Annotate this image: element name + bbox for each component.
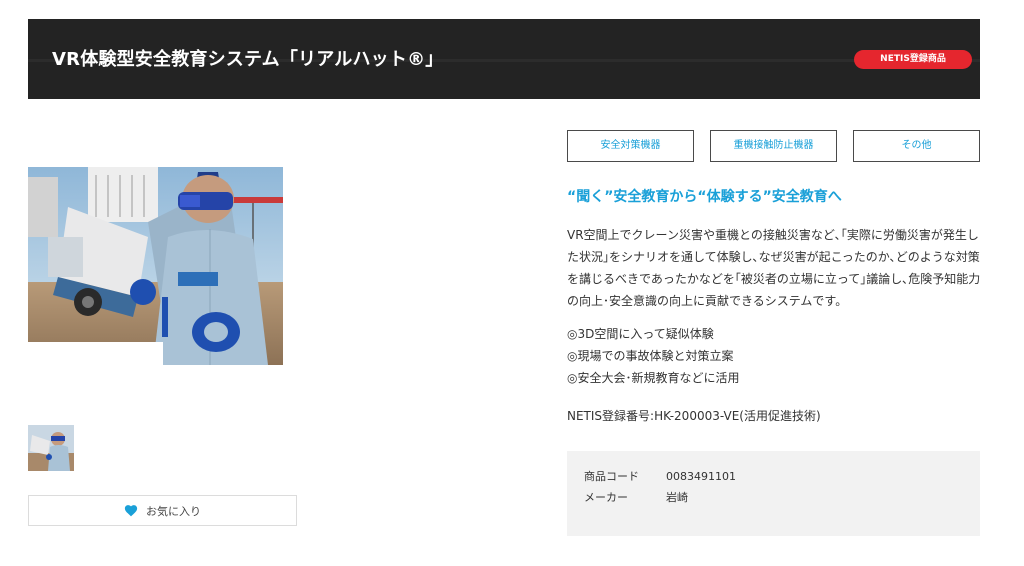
feature-item: ◎現場での事故体験と対策立案	[567, 349, 734, 363]
feature-list: ◎3D空間に入って疑似体験 ◎現場での事故体験と対策立案 ◎安全大会･新規教育な…	[567, 323, 983, 389]
spec-row-maker: メーカー 岩崎	[584, 489, 688, 505]
vr-training-photo	[28, 167, 298, 365]
spec-value: 岩崎	[666, 491, 688, 504]
page-header: VR体験型安全教育システム「リアルハット®」 NETIS登録商品	[28, 19, 980, 99]
tag-heavy-machinery-contact-prevention[interactable]: 重機接触防止機器	[710, 130, 837, 162]
spec-value: 0083491101	[666, 470, 736, 483]
product-headline: “聞く”安全教育から“体験する”安全教育へ	[567, 189, 842, 205]
spec-label: メーカー	[584, 491, 628, 504]
heart-icon	[124, 505, 138, 517]
spec-box: 商品コード 0083491101 メーカー 岩崎	[567, 451, 980, 536]
netis-registration-number: NETIS登録番号:HK-200003-VE(活用促進技術)	[567, 409, 821, 423]
product-description: VR空間上でクレーン災害や重機との接触災害など､｢実際に労働災害が発生した状況｣…	[567, 228, 981, 308]
tag-safety-equipment[interactable]: 安全対策機器	[567, 130, 694, 162]
netis-badge: NETIS登録商品	[854, 50, 972, 69]
spec-label: 商品コード	[584, 470, 639, 483]
favorite-label: お気に入り	[146, 504, 201, 518]
page-title: VR体験型安全教育システム「リアルハット®」	[52, 49, 444, 70]
feature-item: ◎3D空間に入って疑似体験	[567, 327, 714, 341]
thumbnail-image	[28, 425, 74, 471]
feature-item: ◎安全大会･新規教育などに活用	[567, 371, 740, 385]
spec-row-code: 商品コード 0083491101	[584, 468, 736, 484]
category-tags: 安全対策機器 重機接触防止機器 その他	[567, 130, 980, 162]
product-thumbnail[interactable]	[28, 425, 74, 471]
favorite-button[interactable]: お気に入り	[28, 495, 297, 526]
product-main-image	[28, 167, 298, 365]
tag-other[interactable]: その他	[853, 130, 980, 162]
